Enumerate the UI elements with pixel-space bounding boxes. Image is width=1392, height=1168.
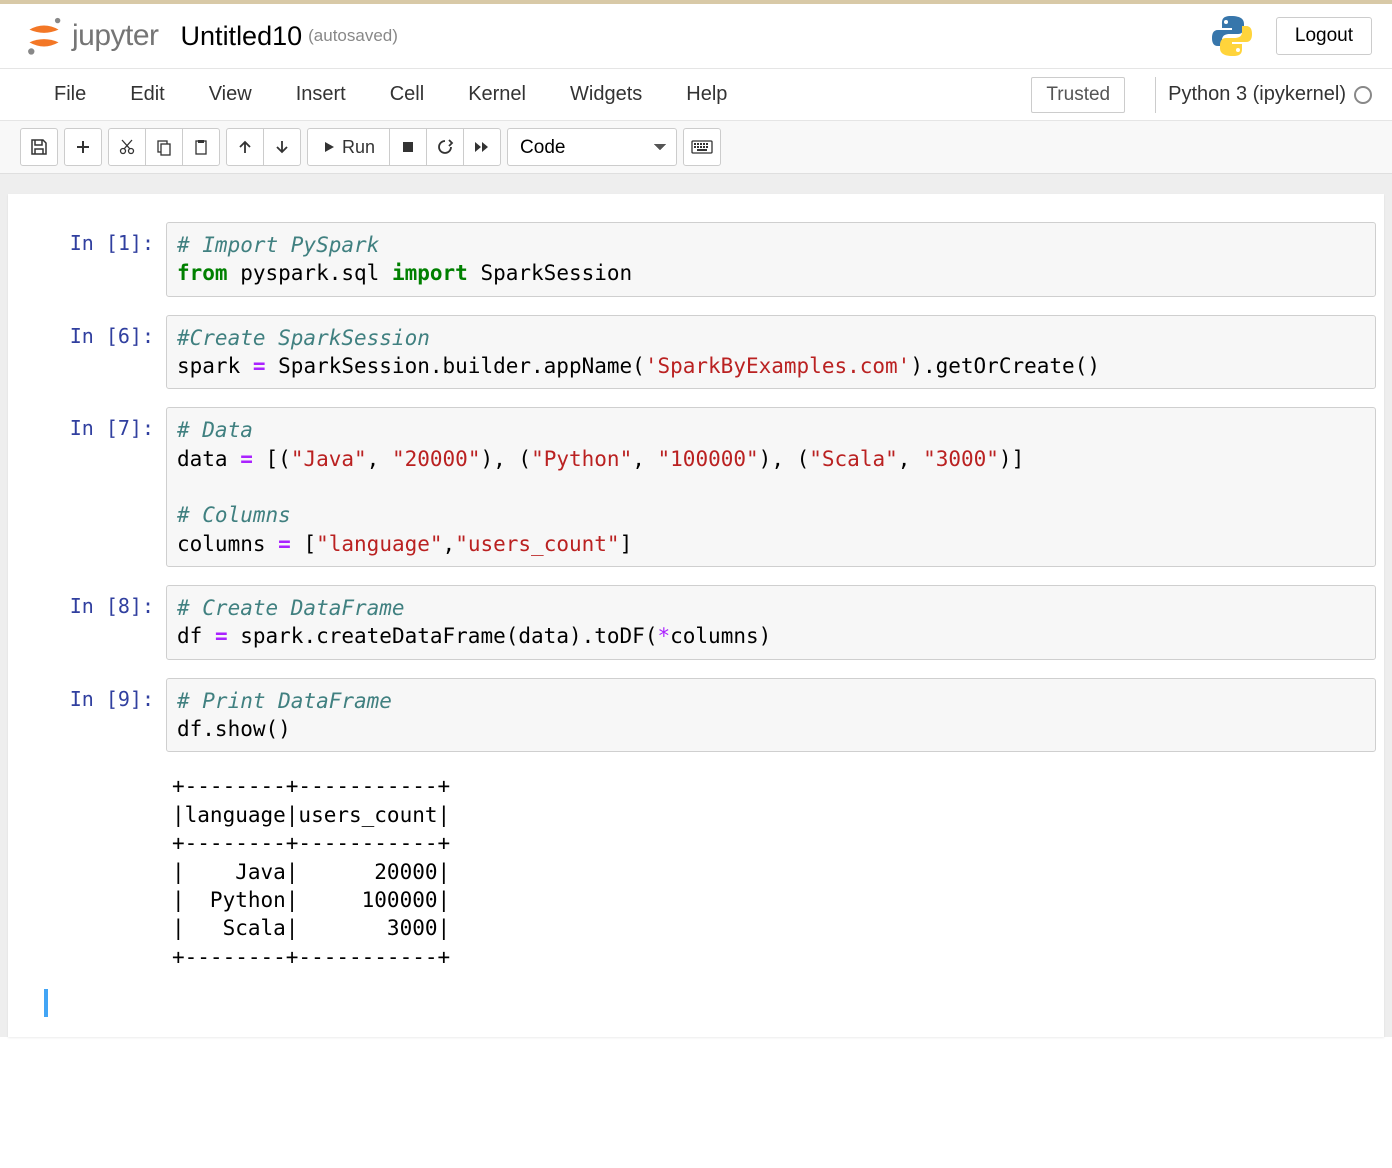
trusted-badge[interactable]: Trusted — [1031, 77, 1125, 113]
menu-edit[interactable]: Edit — [108, 73, 186, 116]
new-cell-cursor[interactable] — [44, 989, 1376, 1017]
menubar: File Edit View Insert Cell Kernel Widget… — [0, 69, 1392, 121]
code-input[interactable]: # Print DataFrame df.show() — [166, 678, 1376, 753]
menu-kernel[interactable]: Kernel — [446, 73, 548, 116]
copy-button[interactable] — [145, 128, 183, 166]
kernel-status-icon — [1354, 86, 1372, 104]
toolbar: Run Code — [0, 121, 1392, 174]
menu-cell[interactable]: Cell — [368, 73, 446, 116]
paste-button[interactable] — [182, 128, 220, 166]
arrow-down-icon — [274, 139, 290, 155]
input-prompt: In [8]: — [16, 585, 166, 660]
logout-button[interactable]: Logout — [1276, 17, 1372, 55]
menu-widgets[interactable]: Widgets — [548, 73, 664, 116]
notebook-title[interactable]: Untitled10 — [181, 21, 303, 52]
input-prompt: In [6]: — [16, 315, 166, 390]
interrupt-button[interactable] — [389, 128, 427, 166]
menu-view[interactable]: View — [187, 73, 274, 116]
celltype-select[interactable]: Code — [507, 128, 677, 166]
add-cell-button[interactable] — [64, 128, 102, 166]
save-icon — [30, 138, 48, 156]
code-cell[interactable]: In [9]:# Print DataFrame df.show() — [16, 678, 1376, 753]
keyboard-icon — [691, 140, 713, 154]
code-input[interactable]: #Create SparkSession spark = SparkSessio… — [166, 315, 1376, 390]
code-input[interactable]: # Import PySpark from pyspark.sql import… — [166, 222, 1376, 297]
menu-insert[interactable]: Insert — [274, 73, 368, 116]
command-palette-button[interactable] — [683, 128, 721, 166]
code-cell[interactable]: In [1]:# Import PySpark from pyspark.sql… — [16, 222, 1376, 297]
cut-icon — [118, 138, 136, 156]
jupyter-logo-icon — [24, 16, 64, 56]
save-button[interactable] — [20, 128, 58, 166]
paste-icon — [192, 138, 210, 156]
cut-button[interactable] — [108, 128, 146, 166]
jupyter-logo-text: jupyter — [72, 19, 159, 53]
notebook-background: In [1]:# Import PySpark from pyspark.sql… — [0, 174, 1392, 1037]
arrow-up-icon — [237, 139, 253, 155]
restart-icon — [436, 138, 454, 156]
code-cell[interactable]: In [7]:# Data data = [("Java", "20000"),… — [16, 407, 1376, 567]
kernel-name[interactable]: Python 3 (ipykernel) — [1168, 83, 1346, 106]
input-prompt: In [1]: — [16, 222, 166, 297]
copy-icon — [155, 138, 173, 156]
kernel-separator — [1155, 77, 1156, 113]
input-prompt: In [9]: — [16, 678, 166, 753]
input-prompt: In [7]: — [16, 407, 166, 567]
jupyter-logo[interactable]: jupyter — [24, 16, 159, 56]
run-label: Run — [342, 137, 375, 158]
code-cell[interactable]: In [6]:#Create SparkSession spark = Spar… — [16, 315, 1376, 390]
python-logo-icon — [1208, 12, 1256, 60]
move-down-button[interactable] — [263, 128, 301, 166]
code-input[interactable]: # Data data = [("Java", "20000"), ("Pyth… — [166, 407, 1376, 567]
move-up-button[interactable] — [226, 128, 264, 166]
run-button[interactable]: Run — [307, 128, 390, 166]
output-text: +--------+-----------+ |language|users_c… — [166, 770, 1376, 970]
menubar-items: File Edit View Insert Cell Kernel Widget… — [32, 73, 749, 116]
code-input[interactable]: # Create DataFrame df = spark.createData… — [166, 585, 1376, 660]
menu-file[interactable]: File — [32, 73, 108, 116]
menu-help[interactable]: Help — [664, 73, 749, 116]
stop-icon — [401, 140, 415, 154]
restart-run-all-button[interactable] — [463, 128, 501, 166]
output-prompt — [16, 770, 166, 970]
code-cell[interactable]: In [8]:# Create DataFrame df = spark.cre… — [16, 585, 1376, 660]
output-row: +--------+-----------+ |language|users_c… — [16, 770, 1376, 970]
autosave-label: (autosaved) — [308, 26, 398, 46]
play-icon — [322, 140, 336, 154]
fast-forward-icon — [473, 140, 491, 154]
notebook-container: In [1]:# Import PySpark from pyspark.sql… — [8, 194, 1384, 1037]
header: jupyter Untitled10 (autosaved) Logout — [0, 4, 1392, 69]
restart-button[interactable] — [426, 128, 464, 166]
plus-icon — [74, 138, 92, 156]
